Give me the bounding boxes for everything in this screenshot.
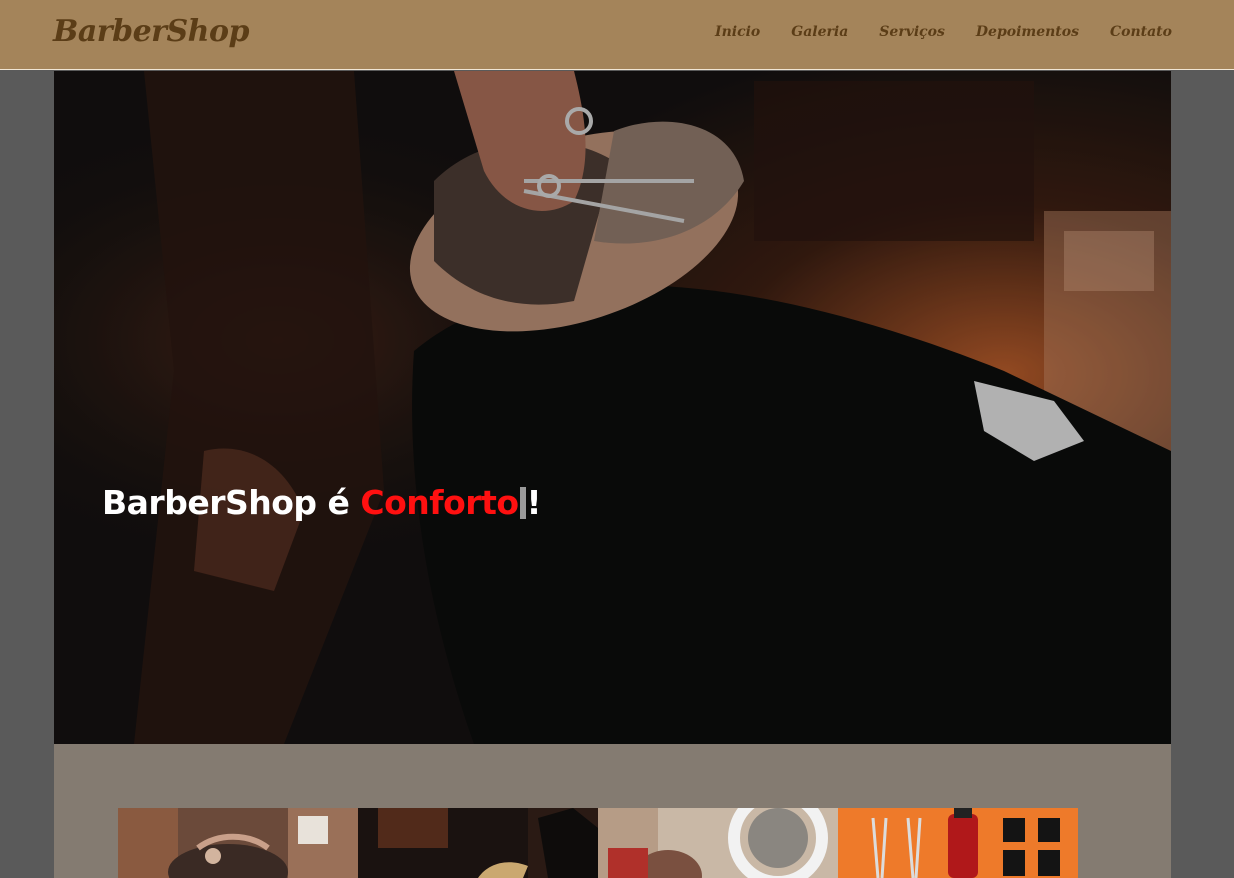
gallery-thumbnails (118, 808, 1078, 878)
gallery-image-4[interactable] (838, 808, 1078, 878)
brand-logo[interactable]: BarberShop (53, 14, 249, 49)
hero-image (54, 71, 1171, 744)
hero-banner: BarberShop é Conforto! (54, 71, 1171, 744)
gallery-image-1[interactable] (118, 808, 358, 878)
nav-galeria[interactable]: Galeria (791, 24, 848, 40)
main-nav: Inicio Galeria Serviços Depoimentos Cont… (715, 24, 1172, 40)
nav-inicio[interactable]: Inicio (715, 24, 760, 40)
site-header: BarberShop Inicio Galeria Serviços Depoi… (0, 0, 1234, 70)
gallery-image-3[interactable] (598, 808, 838, 878)
nav-servicos[interactable]: Serviços (879, 24, 945, 40)
nav-contato[interactable]: Contato (1110, 24, 1172, 40)
gallery-section (54, 744, 1171, 878)
hero-title: BarberShop é Conforto! (102, 483, 542, 522)
gallery-image-2[interactable] (358, 808, 598, 878)
hero-title-suffix: ! (526, 483, 542, 522)
typing-cursor (519, 487, 526, 519)
hero-title-prefix: BarberShop é (102, 483, 361, 522)
nav-depoimentos[interactable]: Depoimentos (976, 24, 1079, 40)
hero-title-highlight: Conforto (360, 483, 519, 522)
